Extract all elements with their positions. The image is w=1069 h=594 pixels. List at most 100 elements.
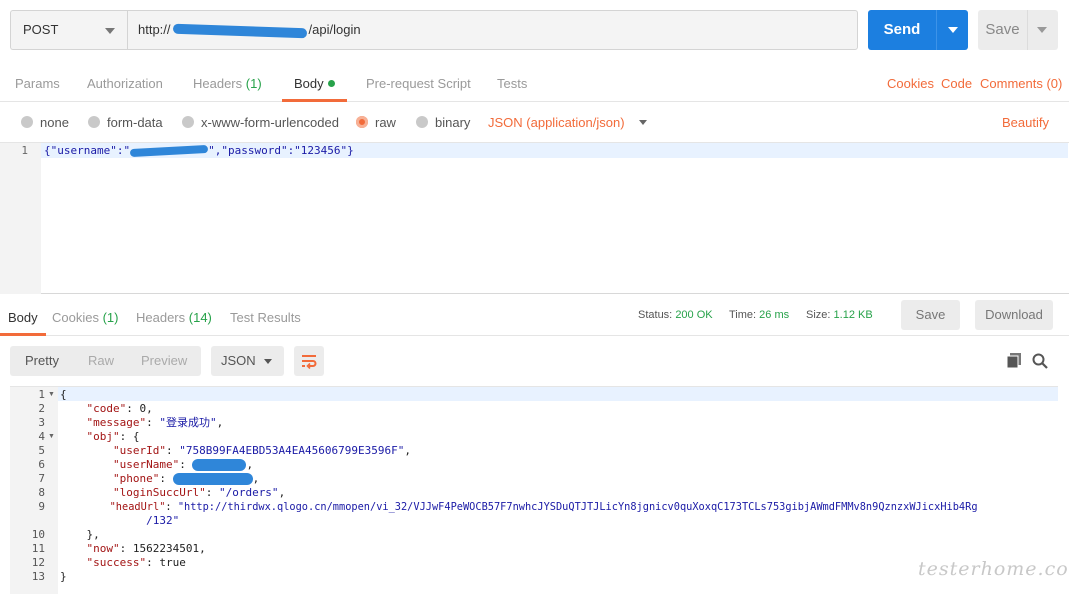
code-line: "phone": ,	[112, 472, 260, 485]
json-key: "headUrl"	[109, 501, 166, 513]
radio-x-www-form-urlencoded[interactable]: x-www-form-urlencoded	[182, 114, 339, 132]
radio-label: binary	[435, 115, 471, 130]
tab-label: Body	[294, 76, 324, 91]
search-icon[interactable]	[1031, 352, 1049, 370]
radio-form-data[interactable]: form-data	[88, 114, 163, 132]
wrap-lines-button[interactable]	[294, 346, 324, 376]
meta-label: Size:	[806, 309, 831, 321]
code-line: "userName": ,	[112, 458, 254, 471]
chevron-down-icon	[638, 120, 647, 125]
beautify-link[interactable]: Beautify	[1002, 114, 1049, 132]
redacted-phone	[172, 473, 253, 485]
tab-count: (1)	[245, 76, 262, 91]
url-prefix: http://	[138, 22, 171, 37]
fold-arrow-icon[interactable]: ▼	[48, 430, 55, 444]
save-options-chevron-icon[interactable]	[1037, 27, 1047, 33]
tab-headers[interactable]: Headers (1)	[193, 62, 262, 102]
tab-label: Cookies	[52, 310, 99, 325]
save-response-button[interactable]: Save	[901, 300, 960, 330]
line-number: 9	[38, 500, 45, 513]
cookies-link[interactable]: Cookies	[887, 62, 934, 102]
url-suffix: /api/login	[308, 22, 361, 37]
json-value: "登录成功"	[159, 416, 217, 429]
code-text: {"username":"	[44, 144, 131, 157]
code-text: ,	[252, 472, 260, 485]
line-number: 7	[38, 472, 45, 485]
line-number: 10	[31, 528, 45, 541]
fold-arrow-icon[interactable]: ▼	[48, 388, 55, 402]
code-line: "userId": "758B99FA4EBD53A4EA45606799E35…	[112, 444, 412, 457]
radio-circle-icon	[88, 116, 100, 128]
body-type-options: none form-data x-www-form-urlencoded raw…	[0, 102, 1069, 142]
tab-label: Test Results	[230, 310, 301, 325]
code-text: ,	[246, 458, 254, 471]
view-pretty[interactable]: Pretty	[25, 346, 59, 376]
meta-label: Time:	[729, 309, 757, 321]
tab-pre-request-script[interactable]: Pre-request Script	[366, 62, 471, 102]
tab-params[interactable]: Params	[15, 62, 60, 102]
tab-test-results[interactable]: Test Results	[230, 298, 301, 336]
tab-tests[interactable]: Tests	[497, 62, 527, 102]
code-text: ,	[404, 444, 412, 457]
format-select[interactable]: JSON	[211, 346, 284, 376]
json-value: "758B99FA4EBD53A4EA45606799E3596F"	[179, 444, 405, 457]
code-line: /132"	[60, 514, 179, 528]
divider	[1027, 10, 1028, 50]
radio-binary[interactable]: binary	[416, 114, 470, 132]
json-value: /132"	[146, 514, 180, 527]
chevron-down-icon	[105, 28, 115, 34]
view-raw[interactable]: Raw	[88, 346, 114, 376]
send-options-chevron-icon[interactable]	[948, 27, 958, 33]
code-text: ","password":"123456"}	[208, 144, 354, 157]
tab-response-body[interactable]: Body	[0, 298, 46, 336]
radio-raw[interactable]: raw	[356, 114, 396, 132]
send-label: Send	[883, 21, 921, 38]
code-line: "obj": {	[86, 430, 140, 443]
send-button[interactable]: Send	[868, 10, 968, 50]
tab-label: Params	[15, 76, 60, 91]
line-number: 5	[38, 444, 45, 457]
code-text: {	[60, 388, 67, 401]
tab-authorization[interactable]: Authorization	[87, 62, 163, 102]
request-body-editor[interactable]: 1 {"username":" ","password":"123456"}	[0, 142, 1069, 294]
active-line-highlight	[58, 387, 1058, 401]
tab-label: Body	[8, 310, 38, 325]
download-button[interactable]: Download	[975, 300, 1053, 330]
code-line: },	[60, 528, 100, 542]
url-input[interactable]: http:// /api/login	[127, 10, 858, 50]
size-meta: Size: 1.12 KB	[806, 298, 873, 332]
radio-circle-icon	[182, 116, 194, 128]
radio-label: form-data	[107, 115, 163, 130]
save-request-button[interactable]: Save	[978, 10, 1058, 50]
line-number: 3	[38, 416, 45, 429]
tab-label: Headers	[136, 310, 186, 325]
code-link[interactable]: Code	[941, 62, 972, 102]
code-line: {	[60, 388, 67, 402]
code-text: ,	[278, 486, 286, 499]
radio-none[interactable]: none	[21, 114, 69, 132]
method-select[interactable]: POST	[10, 10, 127, 50]
view-preview[interactable]: Preview	[141, 346, 187, 376]
code-text: },	[86, 528, 100, 541]
code-line: "success": true	[86, 556, 186, 569]
line-number: 11	[31, 542, 45, 555]
line-number: 6	[38, 458, 45, 471]
code-line: "message": "登录成功",	[86, 416, 224, 429]
tab-body[interactable]: Body	[282, 62, 347, 102]
comments-link[interactable]: Comments (0)	[980, 62, 1062, 102]
tab-response-cookies[interactable]: Cookies (1)	[52, 298, 118, 336]
tab-label: Pre-request Script	[366, 76, 471, 91]
copy-icon[interactable]	[1005, 352, 1023, 370]
json-key: "userId"	[112, 444, 166, 457]
response-body-viewer[interactable]: 1 ▼ 2 3 4 ▼ 5 6 7 8 9 10 11 12 13 { "cod…	[10, 386, 1058, 594]
size-value: 1.12 KB	[833, 309, 873, 321]
json-value: 0,	[132, 402, 153, 415]
tab-response-headers[interactable]: Headers (14)	[136, 298, 212, 336]
radio-label: none	[40, 115, 69, 130]
tab-count: (1)	[102, 310, 119, 325]
view-mode-toggle: Pretty Raw Preview	[10, 346, 201, 376]
json-key: "now"	[86, 542, 120, 555]
response-tabs: Body Cookies (1) Headers (14) Test Resul…	[0, 298, 1069, 336]
tab-label: Authorization	[87, 76, 163, 91]
content-type-select[interactable]: JSON (application/json)	[488, 114, 647, 132]
